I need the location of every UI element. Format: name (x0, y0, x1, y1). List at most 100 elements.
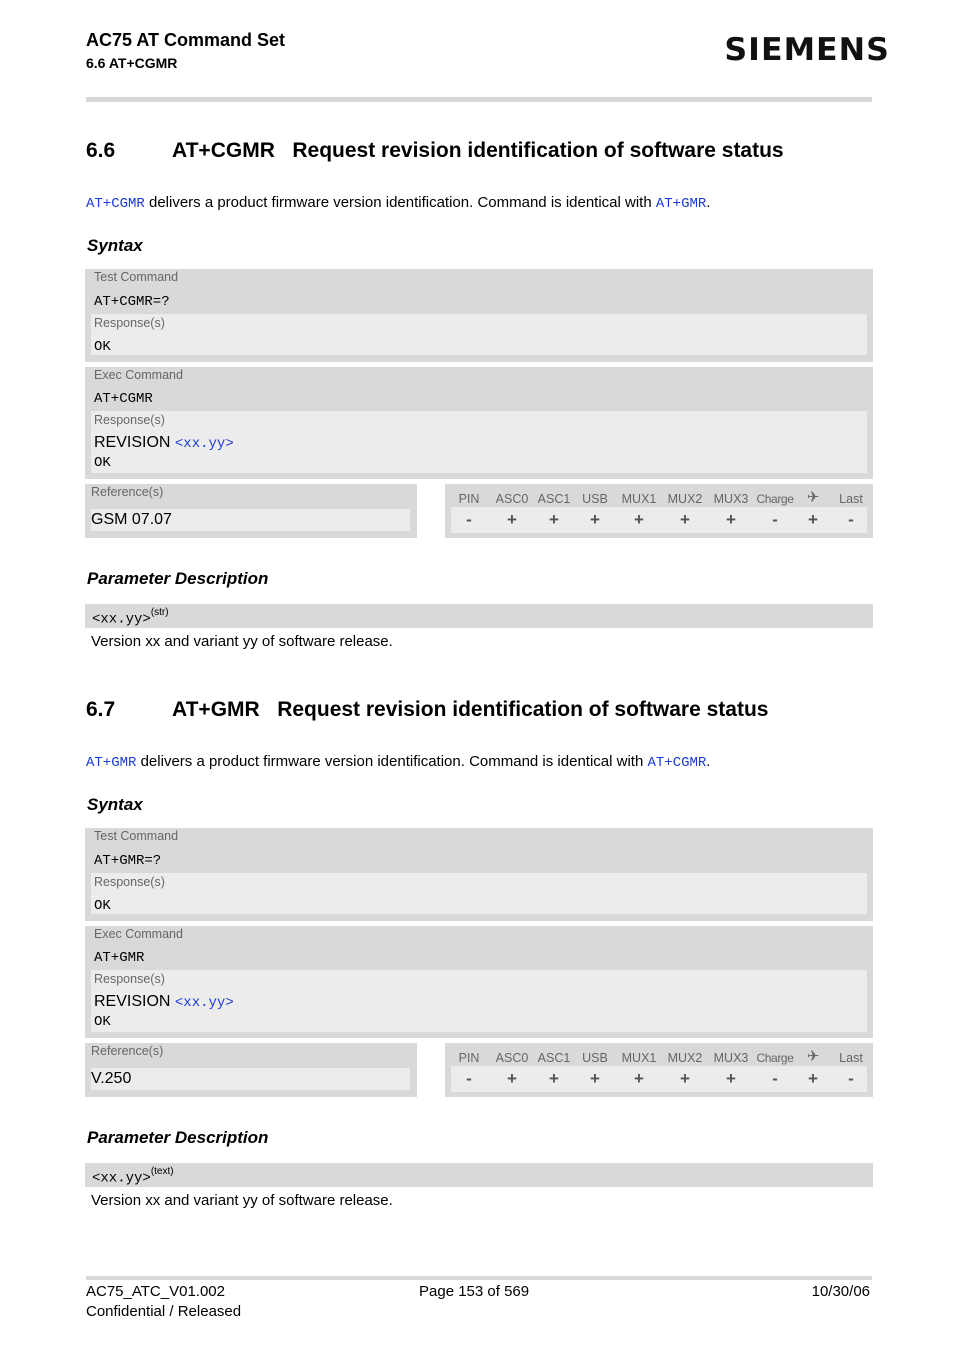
parameter-description: Version xx and variant yy of software re… (91, 1192, 393, 1209)
intro-end: . (706, 194, 711, 211)
intro-end: . (706, 753, 711, 770)
response-label: Response(s) (94, 413, 165, 427)
parameter-type: (str) (150, 607, 169, 618)
val-usb: + (590, 1069, 600, 1088)
response-text: REVISION (94, 434, 175, 451)
exec-command-box: Exec Command AT+CGMR Response(s) REVISIO… (85, 367, 873, 479)
val-charge: - (772, 510, 778, 529)
footer-page-number: Page 153 of 569 (419, 1283, 530, 1300)
response-label: Response(s) (94, 972, 165, 986)
val-mux1: + (634, 1069, 644, 1088)
val-mux1: + (634, 510, 644, 529)
response-ok: OK (94, 1014, 111, 1030)
section-number: 6.7 (86, 698, 116, 721)
parameter-name: <xx.yy>(str) (92, 607, 169, 628)
val-mux2: + (680, 1069, 690, 1088)
parameter-link[interactable]: <xx.yy> (175, 995, 234, 1011)
val-asc1: + (549, 510, 559, 529)
command-link[interactable]: AT+CGMR (86, 196, 145, 212)
parameter-name-bar: <xx.yy>(text) (85, 1163, 873, 1187)
val-last: - (848, 510, 854, 529)
test-response-box: Response(s) OK (91, 873, 867, 914)
reference-value-box: V.250 (91, 1068, 410, 1090)
syntax-heading: Syntax (87, 236, 143, 255)
parameter-link[interactable]: <xx.yy> (175, 436, 234, 452)
parameter-description-heading: Parameter Description (87, 1128, 269, 1147)
col-last: Last (839, 1051, 863, 1065)
col-pin: PIN (458, 1051, 480, 1065)
test-response-box: Response(s) OK (91, 314, 867, 355)
response-value: OK (94, 898, 111, 914)
col-usb: USB (582, 492, 608, 506)
test-command-box: Test Command AT+GMR=? Response(s) OK (85, 828, 873, 921)
syntax-heading: Syntax (87, 795, 143, 814)
val-mux2: + (680, 510, 690, 529)
parameter-identifier: <xx.yy> (92, 1170, 151, 1187)
section-intro: AT+GMR delivers a product firmware versi… (86, 753, 710, 771)
val-pin: - (466, 510, 472, 529)
footer-divider (86, 1276, 872, 1280)
exec-command-box: Exec Command AT+GMR Response(s) REVISION… (85, 926, 873, 1038)
col-mux1: MUX1 (621, 1051, 657, 1065)
val-asc0: + (507, 510, 517, 529)
command-link[interactable]: AT+GMR (86, 755, 136, 771)
response-line: REVISION <xx.yy> (94, 434, 234, 452)
val-last: - (848, 1069, 854, 1088)
section-heading-6-7: 6.7 AT+GMR Request revision identificatio… (86, 698, 768, 722)
section-heading-6-6: 6.6 AT+CGMR Request revision identificati… (86, 139, 784, 163)
response-label: Response(s) (94, 875, 165, 889)
reference-value: V.250 (91, 1070, 132, 1087)
parameter-name-bar: <xx.yy>(str) (85, 604, 873, 628)
col-usb: USB (582, 1051, 608, 1065)
parameter-description: Version xx and variant yy of software re… (91, 633, 393, 650)
reference-value: GSM 07.07 (91, 511, 172, 528)
col-pin: PIN (458, 492, 480, 506)
airplane-icon: ✈ (806, 1048, 820, 1065)
test-command-label: Test Command (94, 270, 179, 284)
parameter-description-heading: Parameter Description (87, 569, 269, 588)
val-charge: - (772, 1069, 778, 1088)
col-mux1: MUX1 (621, 492, 657, 506)
reference-box: Reference(s) V.250 (85, 1043, 417, 1097)
test-command: AT+CGMR=? (94, 294, 170, 310)
header-divider (86, 97, 872, 102)
support-table-header: PIN ASC0 ASC1 USB MUX1 MUX2 MUX3 Charge … (445, 1043, 873, 1067)
test-command-label: Test Command (94, 829, 179, 843)
response-label: Response(s) (94, 316, 165, 330)
footer-date: 10/30/06 (811, 1283, 870, 1300)
response-ok: OK (94, 455, 111, 471)
col-last: Last (839, 492, 863, 506)
command-link[interactable]: AT+GMR (656, 196, 706, 212)
footer-classification: Confidential / Released (86, 1303, 242, 1320)
intro-text: delivers a product firmware version iden… (144, 194, 656, 211)
val-airplane: + (808, 510, 818, 529)
parameter-type: (text) (150, 1166, 174, 1177)
val-pin: - (466, 1069, 472, 1088)
exec-command-label: Exec Command (94, 927, 183, 941)
section-intro: AT+CGMR delivers a product firmware vers… (86, 194, 710, 212)
command-link[interactable]: AT+CGMR (647, 755, 706, 771)
document-title: AC75 AT Command Set (86, 30, 286, 50)
col-mux2: MUX2 (667, 492, 703, 506)
parameter-name: <xx.yy>(text) (92, 1166, 174, 1187)
response-text: REVISION (94, 993, 175, 1010)
reference-label: Reference(s) (91, 485, 164, 499)
response-value: OK (94, 339, 111, 355)
col-charge: Charge (756, 492, 794, 506)
val-asc1: + (549, 1069, 559, 1088)
exec-command: AT+CGMR (94, 391, 153, 407)
exec-response-box: Response(s) REVISION <xx.yy> OK (91, 411, 867, 473)
section-title: AT+CGMR Request revision identification … (172, 139, 784, 162)
support-table: PIN ASC0 ASC1 USB MUX1 MUX2 MUX3 Charge … (445, 1043, 873, 1097)
exec-command-label: Exec Command (94, 368, 183, 382)
col-charge: Charge (756, 1051, 794, 1065)
support-table-header: PIN ASC0 ASC1 USB MUX1 MUX2 MUX3 Charge … (445, 484, 873, 508)
col-asc0: ASC0 (495, 1051, 529, 1065)
val-mux3: + (726, 1069, 736, 1088)
siemens-logo: SIEMENS (724, 32, 890, 68)
col-asc1: ASC1 (537, 492, 571, 506)
parameter-identifier: <xx.yy> (92, 611, 151, 628)
col-mux3: MUX3 (713, 492, 749, 506)
section-title: AT+GMR Request revision identification o… (172, 698, 769, 721)
support-table-row: - + + + + + + - + - (451, 507, 867, 533)
